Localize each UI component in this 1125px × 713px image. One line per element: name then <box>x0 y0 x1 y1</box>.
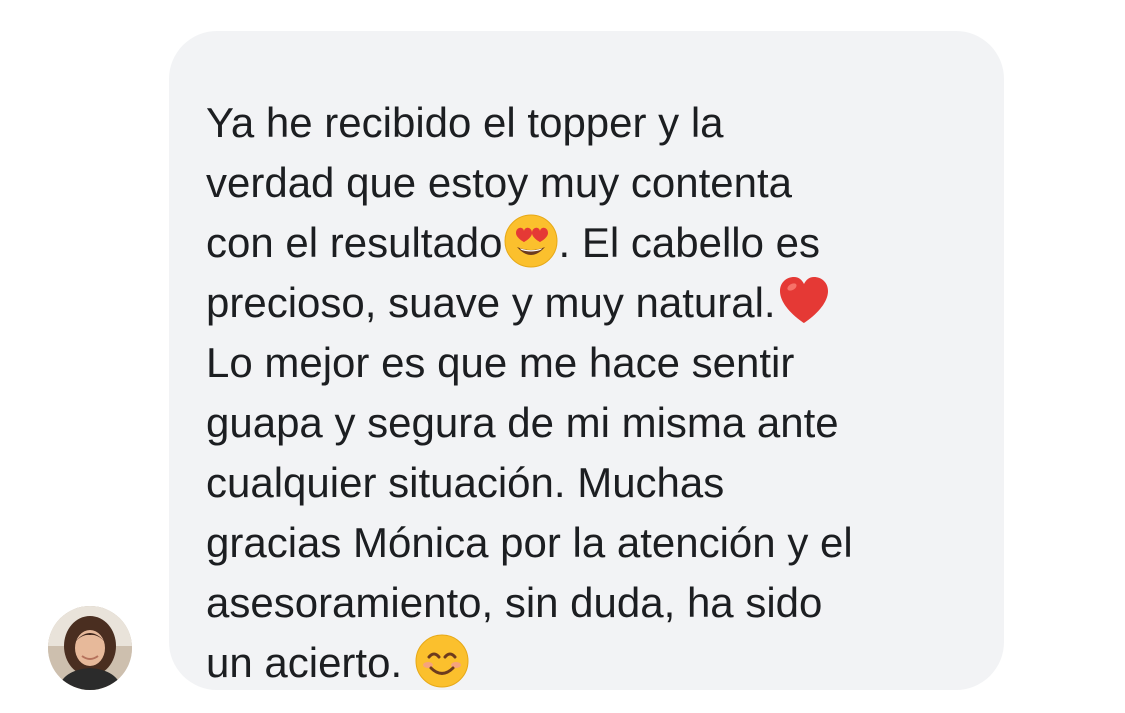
message-line: . El cabello es <box>558 219 821 266</box>
message-line: guapa y segura de mi misma ante <box>206 399 839 446</box>
smiling-face-with-smiling-eyes-icon <box>414 633 470 689</box>
sender-avatar[interactable] <box>48 606 132 690</box>
message-line: verdad que estoy muy contenta <box>206 159 793 206</box>
smiling-face-with-heart-eyes-icon <box>503 213 559 269</box>
message-line: con el resultado <box>206 219 503 266</box>
red-heart-icon <box>776 273 832 329</box>
conversation-thread: Ya he recibido el topper y la verdad que … <box>0 0 1125 713</box>
avatar-photo <box>48 606 132 690</box>
message-bubble[interactable]: Ya he recibido el topper y la verdad que … <box>169 31 1004 690</box>
message-line: Ya he recibido el topper y la <box>206 99 724 146</box>
message-text: Ya he recibido el topper y la verdad que … <box>206 93 974 693</box>
message-line: cualquier situación. Muchas <box>206 459 725 506</box>
message-line: Lo mejor es que me hace sentir <box>206 339 795 386</box>
message-line: un acierto. <box>206 639 403 686</box>
message-line: asesoramiento, sin duda, ha sido <box>206 579 823 626</box>
message-line: gracias Mónica por la atención y el <box>206 519 853 566</box>
message-line: precioso, suave y muy natural. <box>206 279 776 326</box>
